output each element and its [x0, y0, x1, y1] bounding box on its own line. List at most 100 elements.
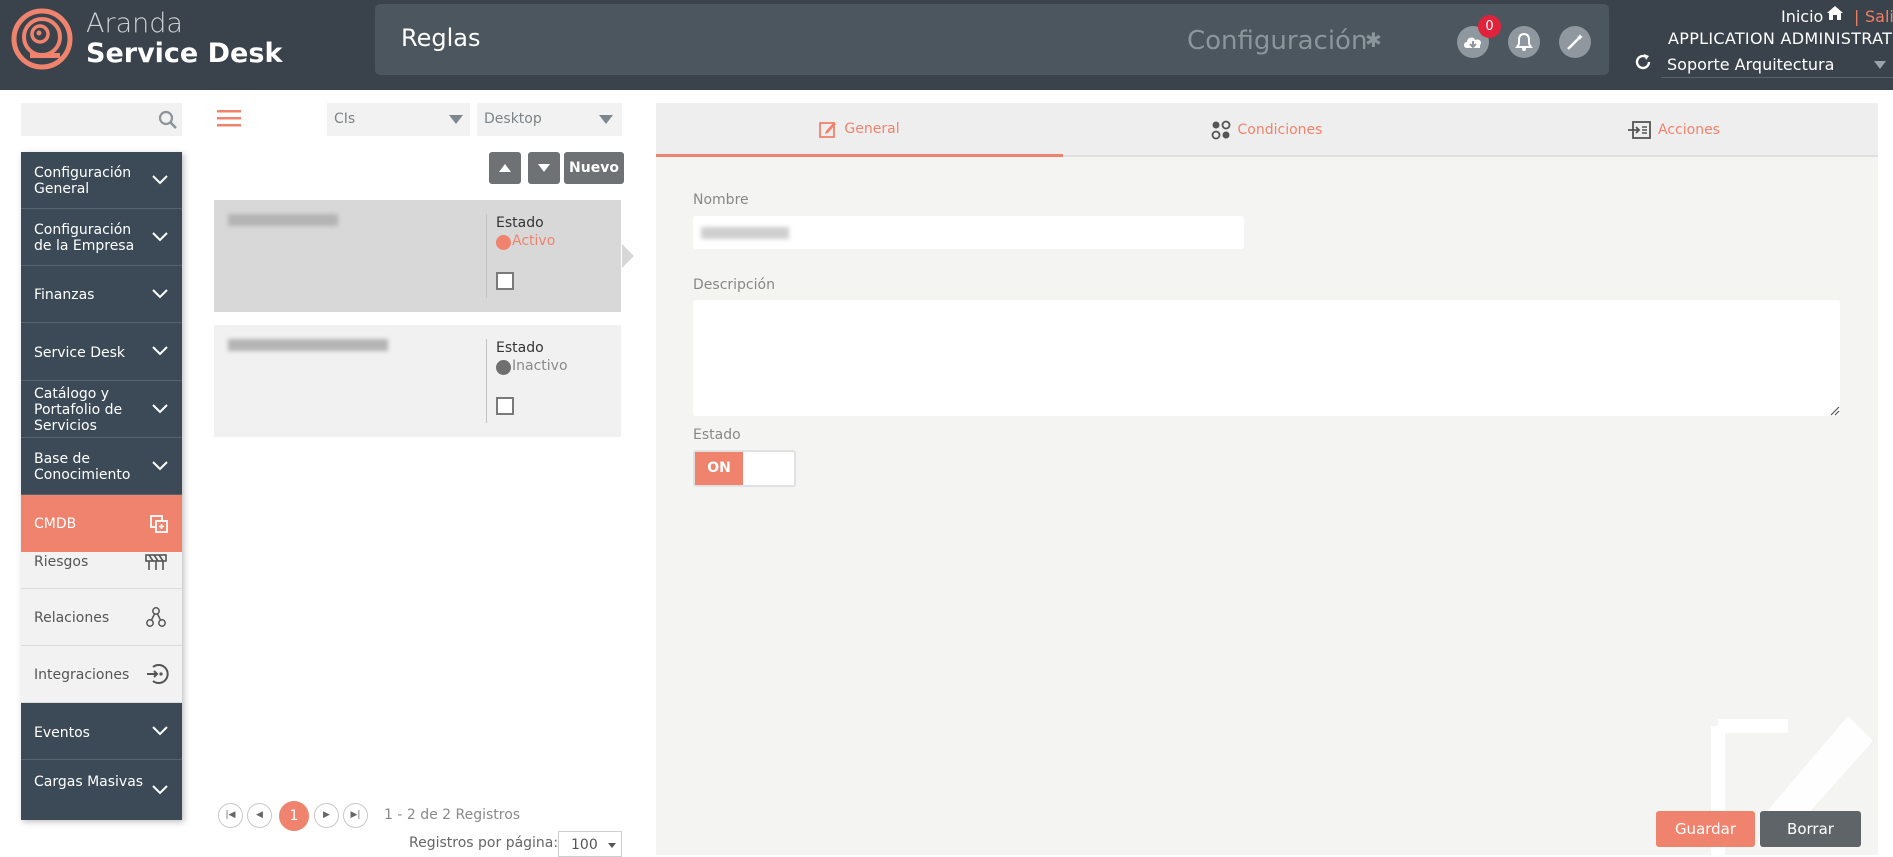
caret-down-icon [449, 115, 463, 124]
refresh-icon[interactable] [1633, 52, 1653, 72]
menu-item-cargas-masivas[interactable]: Cargas Masivas [21, 760, 182, 820]
bell-icon [1515, 32, 1533, 51]
hamburger-menu-icon[interactable] [217, 108, 241, 128]
submenu-item-integraciones[interactable]: Integraciones [21, 646, 182, 703]
current-page-button[interactable]: 1 [279, 801, 309, 831]
menu-item-catalogo[interactable]: Catálogo y Portafolio de Servicios [21, 381, 182, 438]
estado-toggle[interactable]: ON [693, 450, 796, 487]
toggle-on-label: ON [695, 452, 743, 485]
descripcion-textarea[interactable] [693, 300, 1840, 416]
status-dot-icon [496, 235, 511, 250]
rule-name-redacted [228, 214, 338, 226]
chevron-down-icon [152, 289, 168, 299]
chevron-down-icon [152, 232, 168, 242]
header-separator: | [1854, 7, 1860, 26]
submenu-item-label: Riesgos [34, 554, 89, 570]
menu-item-label: Service Desk [34, 345, 125, 361]
first-page-button[interactable]: |◀ [218, 803, 243, 828]
aranda-logo-icon[interactable] [10, 7, 74, 71]
tab-general[interactable]: General [656, 103, 1063, 157]
notifications-button[interactable] [1508, 26, 1540, 58]
configuration-link[interactable]: Configuración [1187, 26, 1367, 56]
chevron-down-icon [152, 404, 168, 414]
search-icon[interactable] [158, 110, 178, 130]
logout-link[interactable]: Salir [1865, 7, 1893, 26]
triangle-up-icon [499, 164, 511, 172]
next-page-button[interactable]: ▶ [314, 803, 339, 828]
home-icon[interactable] [1826, 4, 1844, 22]
integrations-icon [147, 664, 169, 684]
pagination-summary: 1 - 2 de 2 Registros [384, 807, 521, 823]
menu-item-cmdb[interactable]: CMDB [21, 495, 182, 552]
submenu-item-label: Relaciones [34, 610, 110, 626]
save-button[interactable]: Guardar [1656, 811, 1755, 847]
tab-acciones[interactable]: Acciones [1470, 103, 1877, 157]
menu-item-label: Configuración General [34, 165, 132, 197]
prev-page-button[interactable]: ◀ [247, 803, 272, 828]
menu-item-label: Finanzas [34, 287, 95, 303]
ci-type-select[interactable]: CIs [327, 103, 470, 136]
conditions-icon [1211, 120, 1230, 140]
rule-detail-panel: General Condiciones Acciones Nombre Desc… [656, 103, 1878, 855]
gear-icon[interactable]: ✱ [1365, 28, 1382, 52]
submenu-item-label: Integraciones [34, 667, 130, 683]
tab-condiciones[interactable]: Condiciones [1063, 103, 1470, 157]
chevron-down-icon [152, 175, 168, 185]
menu-item-label: Eventos [34, 725, 90, 741]
brand-name-line1: Aranda [86, 8, 183, 39]
estado-label: Estado [496, 340, 544, 356]
per-page-select[interactable]: 100 [558, 831, 622, 857]
home-link[interactable]: Inicio [1781, 7, 1823, 26]
menu-item-finanzas[interactable]: Finanzas [21, 266, 182, 323]
rule-list-item[interactable]: Estado Inactivo [214, 325, 621, 437]
move-up-button[interactable] [489, 152, 521, 184]
tab-label: Acciones [1658, 122, 1720, 138]
new-rule-button[interactable]: Nuevo [564, 152, 624, 184]
rule-select-checkbox[interactable] [496, 272, 514, 290]
resize-handle-icon[interactable] [1830, 406, 1840, 416]
selected-pointer [622, 244, 634, 268]
magic-wand-button[interactable] [1559, 26, 1591, 58]
notification-badge: 0 [1478, 15, 1501, 38]
menu-item-label: CMDB [34, 516, 77, 532]
top-header: Aranda Service Desk Reglas Configuración… [0, 0, 1893, 90]
menu-item-label: Base de Conocimiento [34, 451, 131, 483]
menu-item-base-conocimiento[interactable]: Base de Conocimiento [21, 438, 182, 495]
menu-item-label: Cargas Masivas [34, 774, 144, 790]
menu-item-configuracion-general[interactable]: Configuración General [21, 152, 182, 209]
menu-item-label: Configuración de la Empresa [34, 222, 135, 254]
menu-search-input[interactable] [21, 103, 182, 136]
rule-select-checkbox[interactable] [496, 397, 514, 415]
menu-item-eventos[interactable]: Eventos [21, 703, 182, 760]
ci-category-select-value: Desktop [484, 111, 542, 127]
cloud-download-icon [1464, 37, 1482, 49]
relations-icon [146, 607, 166, 627]
chevron-down-icon [152, 461, 168, 471]
menu-item-configuracion-empresa[interactable]: Configuración de la Empresa [21, 209, 182, 266]
rule-list-item[interactable]: Estado Activo [214, 200, 621, 312]
submenu-item-riesgos[interactable]: Riesgos [21, 552, 182, 589]
chevron-down-icon [152, 346, 168, 356]
divider [486, 339, 487, 423]
divider [486, 214, 487, 298]
menu-item-label: Catálogo y Portafolio de Servicios [34, 386, 123, 434]
tab-label: General [844, 120, 900, 137]
barrier-icon [145, 554, 167, 570]
move-down-button[interactable] [528, 152, 560, 184]
caret-down-icon [608, 843, 616, 848]
delete-button[interactable]: Borrar [1760, 811, 1861, 847]
submenu-item-relaciones[interactable]: Relaciones [21, 589, 182, 646]
status-value: Activo [512, 233, 556, 249]
chevron-down-icon [152, 785, 168, 795]
rule-name-redacted [228, 339, 388, 351]
copy-stack-icon [150, 515, 168, 533]
last-page-button[interactable]: ▶| [343, 803, 368, 828]
nombre-value-redacted [701, 227, 789, 239]
ci-category-select[interactable]: Desktop [477, 103, 622, 136]
status-value: Inactivo [512, 358, 568, 374]
menu-item-service-desk[interactable]: Service Desk [21, 323, 182, 381]
triangle-down-icon [538, 164, 550, 172]
project-select[interactable]: Soporte Arquitectura [1661, 51, 1893, 78]
per-page-label: Registros por página: [409, 835, 559, 851]
caret-down-icon [1874, 61, 1886, 69]
